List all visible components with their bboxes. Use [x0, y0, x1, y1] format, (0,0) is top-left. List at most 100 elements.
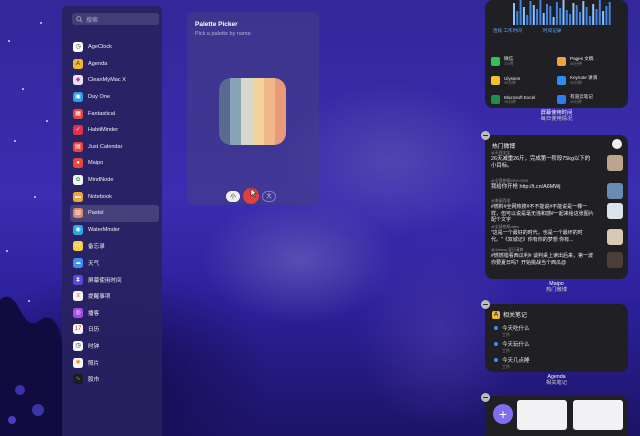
- search-field[interactable]: 搜索: [72, 13, 159, 25]
- agenda-note-item[interactable]: 今天几点睡 工作: [494, 356, 530, 372]
- app-icon: [557, 57, 566, 66]
- sidebar-app-label: 屏幕使用时间: [88, 277, 122, 284]
- screentime-app: Keynote 讲演 20分钟: [557, 75, 623, 86]
- sidebar-app-item[interactable]: ∿ 股市: [70, 371, 159, 388]
- size-large-button[interactable]: 大: [262, 190, 276, 202]
- app-time: 30分钟: [504, 80, 516, 85]
- add-plus-icon[interactable]: +: [493, 404, 513, 424]
- weibo-remove-button[interactable]: [481, 131, 490, 140]
- sidebar-app-item[interactable]: ▦ Fantastical: [70, 105, 159, 122]
- usage-bar: [513, 3, 515, 25]
- waterminder-icon: ◉: [73, 224, 83, 235]
- maipo-icon: ●: [73, 158, 83, 169]
- search-placeholder: 搜索: [86, 17, 99, 24]
- screentime-app: 有道云笔记 10分钟: [557, 94, 623, 105]
- sidebar-app-item[interactable]: ▤ Just Calendar: [70, 139, 159, 156]
- sidebar-app-item[interactable]: ◎ 播客: [70, 305, 159, 322]
- sidebar-app-label: Pastel: [88, 210, 104, 217]
- palette-swatch: [241, 78, 253, 145]
- bottom-widget-remove-button[interactable]: [481, 393, 490, 402]
- sidebar-app-item[interactable]: ◷ AgeClock: [70, 39, 159, 56]
- app-icon: [491, 57, 500, 66]
- weibo-post[interactable]: @天线宝宝 26天减重26斤，完成第一阶段75kg以下的小目标。: [491, 151, 623, 171]
- screenshot-widget[interactable]: +: [485, 396, 628, 436]
- sidebar-app-item[interactable]: ▣ Day One: [70, 89, 159, 106]
- sidebar-app-label: 备忘录: [88, 244, 105, 251]
- weibo-post[interactable]: @全球热搜video "这是一个最好的时代，也是一个最坏的时代。"《双城记》你有你…: [491, 225, 623, 245]
- screenshot-thumbnail-2[interactable]: [573, 400, 623, 430]
- sidebar-app-item[interactable]: 17 日历: [70, 321, 159, 338]
- pastel-icon: ▥: [73, 208, 83, 219]
- app-time: 1小时: [504, 62, 514, 66]
- weibo-widget[interactable]: 热门微博 @天线宝宝 26天减重26斤，完成第一阶段75kg以下的小目标。 @全国热…: [485, 135, 628, 279]
- notes-icon: ▭: [73, 241, 83, 252]
- podcasts-icon: ◎: [73, 307, 83, 318]
- sidebar-app-item[interactable]: ✺ 照片: [70, 354, 159, 371]
- weibo-post-thumbnail: [607, 183, 623, 199]
- sidebar-app-label: WaterMinder: [88, 226, 120, 233]
- sidebar-app-item[interactable]: ◷ 时钟: [70, 338, 159, 355]
- weibo-post[interactable]: @美丽西湖 #燃料#全网热搜#不不能说#不能说是一棵一样，但可以说是毫无违和感#一…: [491, 199, 623, 224]
- usage-bar: [549, 6, 552, 25]
- sidebar-app-label: 照片: [88, 360, 100, 367]
- usage-bar: [565, 10, 568, 25]
- weibo-caption: Maipo 热门微博: [485, 281, 628, 294]
- sidebar-app-label: 天气: [88, 261, 100, 268]
- usage-bar: [579, 12, 581, 25]
- dayone-icon: ▣: [73, 92, 83, 103]
- agenda-note-item[interactable]: 今天玩什么 工作: [494, 340, 530, 356]
- sidebar-app-label: 时钟: [88, 343, 100, 350]
- agenda-widget[interactable]: A 相关笔记 今天吃什么 工作 今天玩什么 工作 今天几点睡 工作: [485, 304, 628, 372]
- sidebar-app-item[interactable]: ◉ WaterMinder: [70, 222, 159, 239]
- weibo-post-thumbnail: [607, 203, 623, 219]
- agenda-remove-button[interactable]: [481, 300, 490, 309]
- agenda-note-tag: 工作: [502, 332, 510, 337]
- sidebar-app-label: Day One: [88, 94, 111, 101]
- agenda-note-list: 今天吃什么 工作 今天玩什么 工作 今天几点睡 工作: [494, 324, 530, 372]
- search-icon: [76, 15, 83, 23]
- sidebar-app-item[interactable]: ≡ 提醒事项: [70, 288, 159, 305]
- sidebar-app-item[interactable]: ▥ Pastel: [70, 204, 159, 222]
- usage-bar: [516, 11, 519, 25]
- sidebar-app-item[interactable]: ◆ CleanMyMac X: [70, 72, 159, 89]
- usage-bar: [575, 5, 578, 25]
- sidebar-app-label: 播客: [88, 310, 100, 317]
- agenda-note-item[interactable]: 今天吃什么 工作: [494, 324, 530, 340]
- sidebar-app-label: Just Calendar: [88, 143, 123, 150]
- app-icon: [557, 95, 566, 104]
- sidebar-app-item[interactable]: A Agenda: [70, 56, 159, 73]
- weibo-post[interactable]: @全国热搜0905 0905 我给你开枪 http://t.cn/A6MWj: [491, 179, 623, 199]
- sidebar-app-label: 提醒事项: [88, 294, 111, 301]
- widget-preview-panel: Palette Picker Pick a palette by name. 小…: [187, 12, 319, 205]
- usage-bar: [569, 14, 572, 25]
- screentime-app: 微信 1小时: [491, 56, 557, 67]
- sidebar-app-item[interactable]: ✓ HabitMinder: [70, 122, 159, 139]
- usage-bar: [552, 17, 555, 25]
- screentime-app: Ulysses 30分钟: [491, 76, 557, 86]
- usage-bar: [605, 6, 608, 25]
- weibo-post-text: #燃燃错看西瓜利# 谈判桌上读出后来，第一波你要夏日吗？开始挑战当个西瓜@: [491, 253, 593, 266]
- ageclock-icon: ◷: [73, 42, 83, 53]
- screentime-legend-left: 连续 工作时间: [493, 28, 522, 33]
- usage-bar: [539, 0, 542, 25]
- sidebar-app-item[interactable]: ● Maipo: [70, 155, 159, 172]
- reminders-icon: ≡: [73, 291, 83, 302]
- sidebar-app-item[interactable]: ⧗ 屏幕使用时间: [70, 271, 159, 288]
- usage-bar: [592, 4, 595, 25]
- sidebar-app-label: HabitMinder: [88, 127, 119, 134]
- weather-icon: ☁: [73, 258, 83, 269]
- agenda-note-tag: 工作: [502, 364, 510, 369]
- sidebar-app-item[interactable]: ☁ 天气: [70, 255, 159, 272]
- screentime-widget[interactable]: 连续 工作时间 时间记录 微信 1小时 Pages 文稿 40分钟 Ulysses 30分…: [485, 0, 628, 108]
- agenda-note-title: 今天玩什么: [502, 342, 530, 348]
- usage-bar: [598, 0, 601, 25]
- sidebar-app-item[interactable]: ▭ 备忘录: [70, 238, 159, 255]
- size-small-button[interactable]: 小: [226, 190, 240, 202]
- sidebar-app-item[interactable]: ✿ MindNode: [70, 172, 159, 189]
- agenda-header: A 相关笔记: [492, 310, 527, 319]
- weibo-post[interactable]: @Johnny 夏日清爽 #燃燃错看西瓜利# 谈判桌上读出后来，第一波你要夏日吗？…: [491, 248, 623, 268]
- sidebar-app-item[interactable]: ▬ Notebook: [70, 188, 159, 205]
- weibo-title: 热门微博: [492, 144, 516, 150]
- agenda-title: 相关笔记: [503, 313, 528, 319]
- screenshot-thumbnail-1[interactable]: [517, 400, 567, 430]
